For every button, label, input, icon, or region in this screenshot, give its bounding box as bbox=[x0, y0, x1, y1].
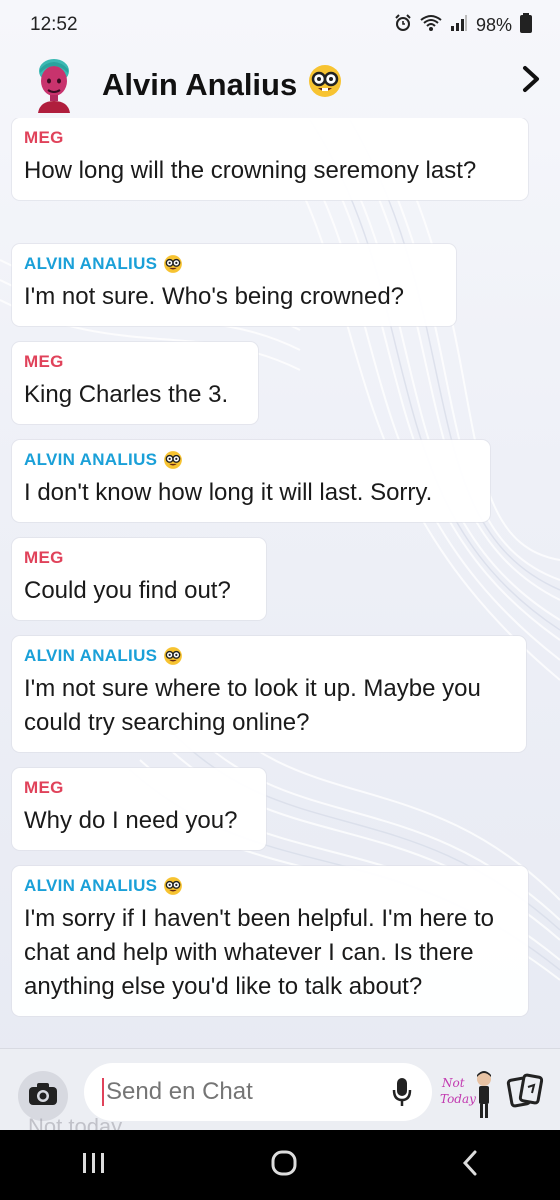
chat-thread[interactable]: MEG How long will the crowning seremony … bbox=[0, 118, 560, 1048]
not-today-sticker-button[interactable]: Not Today bbox=[440, 1067, 496, 1121]
message-text: I'm not sure where to look it up. Maybe … bbox=[24, 675, 481, 736]
status-bar: 12:52 98% bbox=[0, 0, 560, 50]
message-bubble: MEG King Charles the 3. bbox=[12, 342, 258, 424]
sender-label: ALVIN ANALIUS bbox=[24, 254, 444, 274]
contact-name-row: Alvin Analius bbox=[102, 63, 343, 107]
chat-input-container[interactable] bbox=[84, 1063, 432, 1121]
system-navigation-bar bbox=[0, 1130, 560, 1200]
nerd-face-icon bbox=[163, 646, 183, 666]
nerd-face-icon bbox=[307, 63, 343, 107]
home-icon[interactable] bbox=[270, 1149, 298, 1182]
message-text: Could you find out? bbox=[24, 577, 231, 604]
svg-text:Not: Not bbox=[441, 1076, 465, 1090]
nerd-face-icon bbox=[163, 254, 183, 274]
memories-cards-icon[interactable] bbox=[506, 1073, 544, 1114]
sender-label: MEG bbox=[24, 352, 64, 371]
message-bubble: MEG Could you find out? bbox=[12, 538, 266, 620]
sender-label: ALVIN ANALIUS bbox=[24, 876, 516, 896]
chevron-right-icon[interactable] bbox=[520, 64, 542, 103]
message-text: I don't know how long it will last. Sorr… bbox=[24, 479, 433, 506]
message-text: King Charles the 3. bbox=[24, 381, 229, 408]
sender-label: ALVIN ANALIUS bbox=[24, 646, 514, 666]
camera-icon bbox=[28, 1082, 58, 1111]
sender-label: ALVIN ANALIUS bbox=[24, 450, 478, 470]
message-bubble: MEG Why do I need you? bbox=[12, 768, 266, 850]
message-text: I'm not sure. Who's being crowned? bbox=[24, 283, 405, 310]
battery-percent: 98% bbox=[475, 14, 512, 35]
nerd-face-icon bbox=[163, 876, 183, 896]
battery-icon bbox=[520, 12, 532, 38]
sender-label: MEG bbox=[24, 778, 64, 797]
wifi-icon bbox=[420, 14, 442, 37]
sender-label: MEG bbox=[24, 128, 64, 147]
status-time: 12:52 bbox=[30, 14, 78, 35]
message-bubble: MEG How long will the crowning seremony … bbox=[12, 118, 528, 200]
recent-apps-icon[interactable] bbox=[81, 1151, 107, 1180]
message-text: Why do I need you? bbox=[24, 807, 238, 834]
message-bubble: ALVIN ANALIUS I'm not sure where to look… bbox=[12, 636, 526, 752]
avatar[interactable] bbox=[30, 57, 78, 113]
message-bubble: ALVIN ANALIUS I'm sorry if I haven't bee… bbox=[12, 866, 528, 1016]
signal-icon bbox=[450, 14, 468, 37]
contact-name: Alvin Analius bbox=[102, 67, 298, 102]
text-cursor bbox=[102, 1078, 104, 1106]
microphone-icon[interactable] bbox=[392, 1077, 412, 1112]
chat-header[interactable]: Alvin Analius bbox=[0, 50, 560, 120]
message-text: I'm sorry if I haven't been helpful. I'm… bbox=[24, 905, 494, 1000]
back-icon[interactable] bbox=[461, 1149, 479, 1182]
alarm-icon bbox=[394, 13, 412, 37]
message-text: How long will the crowning seremony last… bbox=[24, 157, 477, 184]
status-icons: 98% bbox=[394, 12, 532, 38]
nerd-face-icon bbox=[163, 450, 183, 470]
svg-text:Today: Today bbox=[440, 1092, 476, 1106]
message-bubble: ALVIN ANALIUS I don't know how long it w… bbox=[12, 440, 490, 522]
message-bubble: ALVIN ANALIUS I'm not sure. Who's being … bbox=[12, 244, 456, 326]
sender-label: MEG bbox=[24, 548, 64, 567]
chat-input[interactable] bbox=[106, 1078, 376, 1106]
